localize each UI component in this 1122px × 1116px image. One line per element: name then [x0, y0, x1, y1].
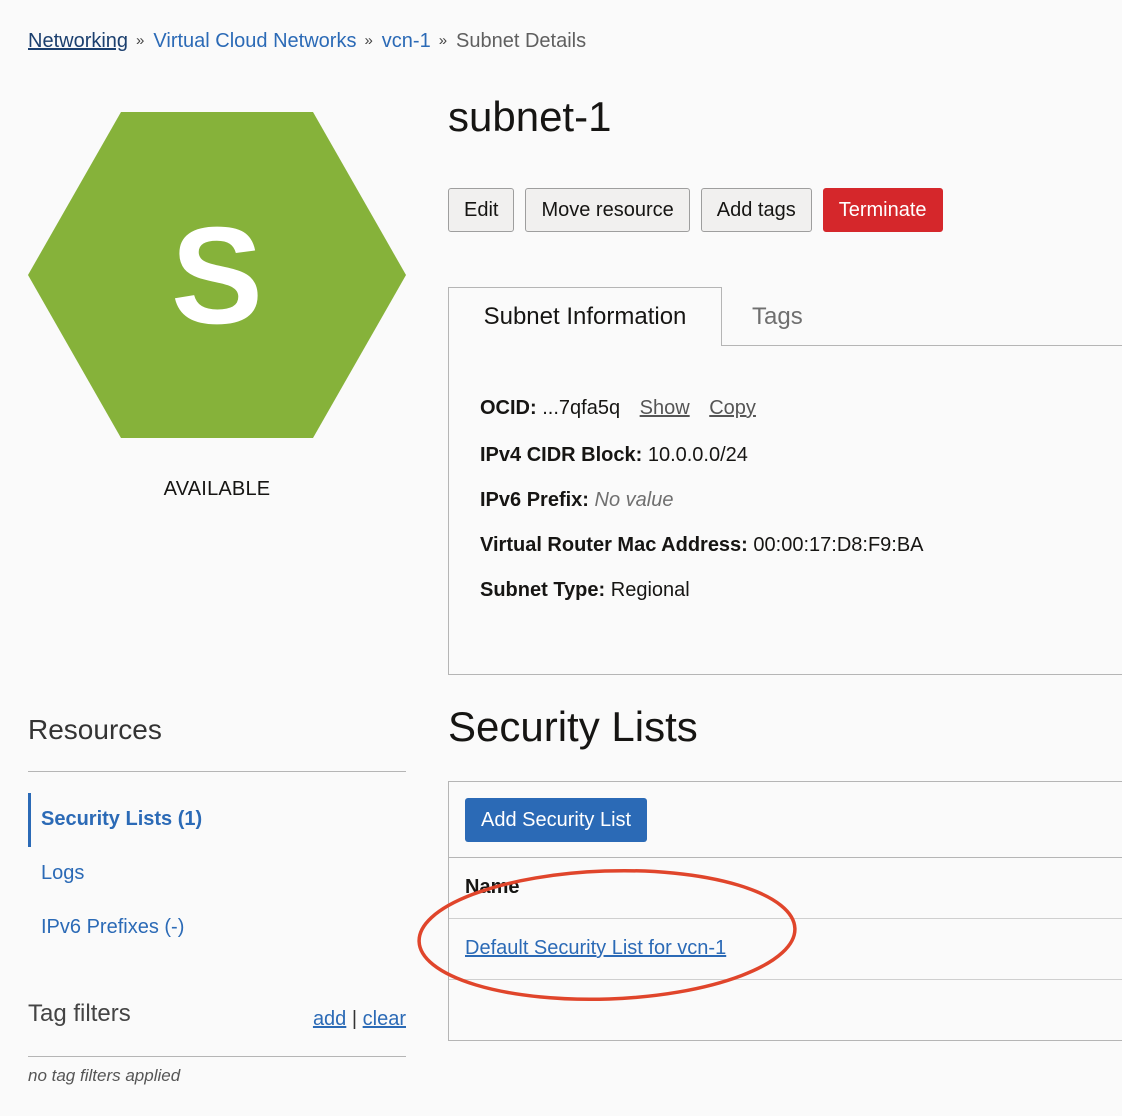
table-divider [449, 979, 1122, 980]
breadcrumb: Networking » Virtual Cloud Networks » vc… [28, 28, 586, 54]
tag-filters-empty-text: no tag filters applied [28, 1066, 181, 1085]
tag-filters-actions: add | clear [313, 1008, 406, 1031]
action-toolbar: Edit Move resource Add tags Terminate [448, 188, 943, 232]
security-lists-panel: Add Security List Name Default Security … [448, 781, 1122, 1041]
ocid-row: OCID: ...7qfa5q Show Copy [480, 397, 756, 420]
security-lists-heading: Security Lists [448, 703, 698, 750]
detail-tabs: Subnet Information Tags [448, 287, 1122, 346]
ocid-show-link[interactable]: Show [640, 397, 690, 419]
add-tags-button[interactable]: Add tags [700, 188, 812, 232]
move-resource-button[interactable]: Move resource [525, 188, 690, 232]
ipv6-label: IPv6 Prefix: [480, 489, 589, 511]
breadcrumb-separator: » [438, 32, 448, 49]
page-title: subnet-1 [448, 93, 612, 140]
table-divider [449, 918, 1122, 919]
cidr-label: IPv4 CIDR Block: [480, 444, 643, 466]
breadcrumb-separator: » [364, 32, 373, 49]
add-security-list-button[interactable]: Add Security List [465, 798, 648, 842]
ocid-value: ...7qfa5q [542, 397, 621, 419]
hexagon-letter: S [171, 199, 263, 353]
ocid-label: OCID: [480, 397, 537, 419]
breadcrumb-virtual-cloud-networks[interactable]: Virtual Cloud Networks [153, 28, 356, 54]
subnet-type-label: Subnet Type: [480, 579, 606, 601]
tag-filters-heading: Tag filters [28, 1000, 131, 1027]
ipv6-value: No value [594, 489, 674, 511]
tag-filters-divider [28, 1056, 406, 1057]
cidr-row: IPv4 CIDR Block: 10.0.0.0/24 [480, 444, 748, 467]
ipv6-row: IPv6 Prefix: No value [480, 489, 673, 512]
tab-subnet-information[interactable]: Subnet Information [448, 287, 722, 346]
mac-value: 00:00:17:D8:F9:BA [753, 534, 924, 556]
ocid-copy-link[interactable]: Copy [709, 397, 756, 419]
breadcrumb-networking[interactable]: Networking [28, 28, 128, 54]
tag-filter-divider: | [351, 1008, 358, 1030]
sidebar-item-security-lists[interactable]: Security Lists (1) [41, 808, 202, 831]
terminate-button[interactable]: Terminate [822, 188, 943, 232]
edit-button[interactable]: Edit [448, 188, 515, 232]
mac-row: Virtual Router Mac Address: 00:00:17:D8:… [480, 534, 924, 557]
breadcrumb-separator: » [136, 32, 145, 49]
status-label: AVAILABLE [163, 478, 271, 500]
subnet-type-row: Subnet Type: Regional [480, 579, 690, 602]
resources-heading: Resources [28, 714, 162, 745]
mac-label: Virtual Router Mac Address: [480, 534, 748, 556]
resources-divider [28, 771, 406, 772]
tag-filter-clear-link[interactable]: clear [363, 1008, 406, 1030]
active-indicator [28, 793, 31, 847]
sidebar-item-ipv6-prefixes[interactable]: IPv6 Prefixes (-) [41, 916, 184, 939]
subnet-hexagon-icon: S [28, 112, 406, 438]
column-header-name[interactable]: Name [465, 876, 519, 899]
breadcrumb-vcn[interactable]: vcn-1 [382, 28, 431, 54]
breadcrumb-current: Subnet Details [456, 30, 587, 52]
security-list-link[interactable]: Default Security List for vcn-1 [465, 937, 726, 960]
table-divider [449, 857, 1122, 858]
subnet-details-page: Networking » Virtual Cloud Networks » vc… [0, 0, 1122, 1116]
subnet-type-value: Regional [610, 579, 690, 601]
tag-filter-add-link[interactable]: add [313, 1008, 346, 1030]
tab-tags[interactable]: Tags [752, 287, 803, 346]
cidr-value: 10.0.0.0/24 [647, 444, 748, 466]
subnet-information-panel: OCID: ...7qfa5q Show Copy IPv4 CIDR Bloc… [448, 345, 1122, 675]
sidebar-item-logs[interactable]: Logs [41, 862, 84, 885]
